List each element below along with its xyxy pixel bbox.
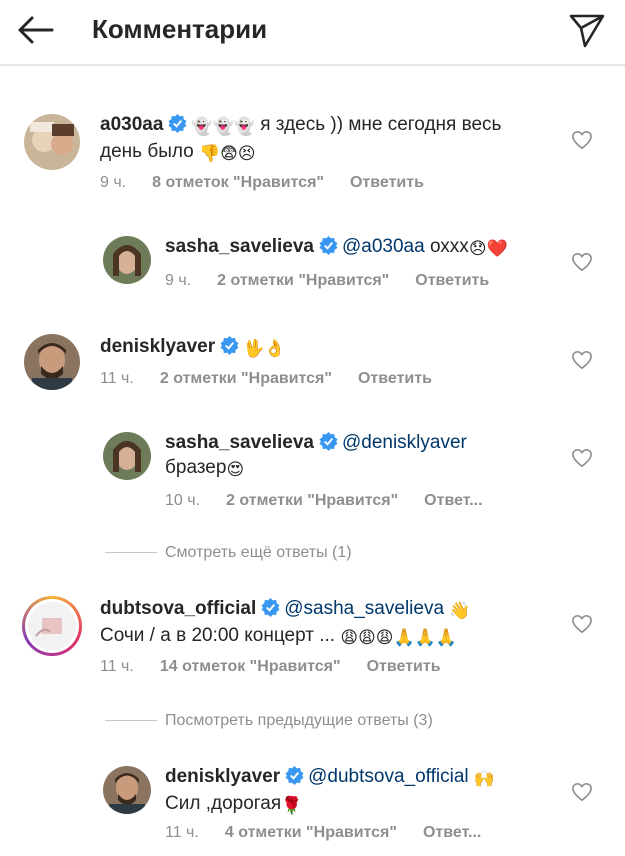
top-bar: Комментарии	[0, 0, 625, 60]
likes-count[interactable]: 4 отметки "Нравится"	[225, 824, 397, 841]
username[interactable]: denisklyaver	[100, 336, 215, 357]
comment-meta: 11 ч. 4 отметки "Нравится" Ответ...	[165, 824, 507, 842]
verified-badge-icon	[220, 336, 239, 355]
comment-body: a030aa 👻👻👻 я здесь )) мне сегодня весь де…	[100, 112, 540, 166]
emoji: 😞❤️	[468, 239, 508, 258]
emoji: 🌹	[281, 796, 303, 815]
reply-button[interactable]: Ответить	[367, 658, 441, 675]
heart-icon[interactable]	[571, 252, 593, 272]
heart-icon[interactable]	[571, 782, 593, 802]
mention-link[interactable]: @a030aa	[342, 236, 425, 257]
reply-button[interactable]: Ответить	[415, 272, 489, 289]
heart-icon[interactable]	[571, 130, 593, 150]
avatar[interactable]	[103, 766, 151, 814]
timestamp: 11 ч.	[100, 658, 134, 675]
avatar[interactable]	[103, 432, 151, 480]
comment-meta: 9 ч. 2 отметки "Нравится" Ответить	[165, 272, 515, 290]
comment-text: Сил ,дорогая	[165, 793, 282, 814]
avatar[interactable]	[24, 114, 80, 170]
heart-icon[interactable]	[571, 614, 593, 634]
divider-dash	[105, 552, 157, 554]
emoji: 👎😨😣	[199, 144, 256, 163]
header-divider	[0, 64, 625, 66]
view-more-label: Посмотреть предыдущие ответы (3)	[165, 712, 433, 729]
back-arrow-icon[interactable]	[16, 12, 56, 48]
mention-link[interactable]: @dubtsova_official	[308, 766, 468, 787]
username[interactable]: sasha_savelieva	[165, 236, 314, 257]
verified-badge-icon	[319, 236, 338, 255]
likes-count[interactable]: 2 отметки "Нравится"	[226, 492, 398, 509]
reply-button[interactable]: Ответить	[358, 370, 432, 387]
mention-link[interactable]: @denisklyaver	[342, 432, 467, 453]
likes-count[interactable]: 2 отметки "Нравится"	[160, 370, 332, 387]
comment-text: охxx	[429, 236, 469, 257]
view-more-label: Смотреть ещё ответы (1)	[165, 544, 352, 561]
comment-meta: 10 ч. 2 отметки "Нравится" Ответ...	[165, 492, 509, 510]
likes-count[interactable]: 8 отметок "Нравится"	[152, 174, 324, 191]
timestamp: 10 ч.	[165, 492, 201, 509]
emoji: 👻👻👻	[191, 117, 255, 136]
divider-dash	[105, 720, 157, 722]
timestamp: 11 ч.	[165, 824, 199, 841]
comment-body: denisklyaver @dubtsova_official 🙌 Сил ,до…	[165, 764, 565, 818]
timestamp: 9 ч.	[165, 272, 192, 289]
heart-icon[interactable]	[571, 448, 593, 468]
verified-badge-icon	[285, 766, 304, 785]
avatar[interactable]	[24, 334, 80, 390]
username[interactable]: dubtsova_official	[100, 598, 256, 619]
emoji: 👋	[449, 601, 471, 620]
comment-body: sasha_savelieva @denisklyaver бразер😍	[165, 430, 565, 482]
emoji: 😍	[226, 460, 245, 479]
reply-button[interactable]: Ответ...	[423, 824, 481, 841]
comment-meta: 11 ч. 2 отметки "Нравится" Ответить	[100, 370, 458, 388]
emoji: 🙌	[473, 769, 496, 788]
comment-meta: 9 ч. 8 отметок "Нравится" Ответить	[100, 174, 450, 192]
comment-text: бразер	[165, 457, 227, 478]
username[interactable]: a030aa	[100, 114, 163, 135]
likes-count[interactable]: 14 отметок "Нравится"	[160, 658, 341, 675]
timestamp: 11 ч.	[100, 370, 134, 387]
view-more-replies[interactable]: Смотреть ещё ответы (1)	[105, 544, 352, 562]
mention-link[interactable]: @sasha_savelieva	[284, 598, 444, 619]
username[interactable]: denisklyaver	[165, 766, 280, 787]
comment-body: denisklyaver 🖖👌	[100, 334, 540, 361]
direct-send-icon[interactable]	[567, 10, 607, 50]
username[interactable]: sasha_savelieva	[165, 432, 314, 453]
avatar[interactable]	[103, 236, 151, 284]
emoji: 🖖👌	[243, 339, 286, 358]
verified-badge-icon	[168, 114, 187, 133]
timestamp: 9 ч.	[100, 174, 127, 191]
avatar-story-ring[interactable]	[22, 596, 82, 656]
page-title: Комментарии	[92, 14, 268, 44]
comment-text: Сочи / а в 20:00 концерт ...	[100, 625, 336, 646]
comment-meta: 11 ч. 14 отметок "Нравится" Ответить	[100, 658, 467, 676]
verified-badge-icon	[319, 432, 338, 451]
comment-body: dubtsova_official @sasha_savelieva 👋 Сочи…	[100, 596, 540, 650]
likes-count[interactable]: 2 отметки "Нравится"	[217, 272, 389, 289]
heart-icon[interactable]	[571, 350, 593, 370]
emoji: 😩😩😩🙏🙏🙏	[340, 628, 458, 647]
reply-button[interactable]: Ответ...	[424, 492, 482, 509]
comment-body: sasha_savelieva @a030aa охxx😞❤️	[165, 234, 565, 261]
view-previous-replies[interactable]: Посмотреть предыдущие ответы (3)	[105, 712, 433, 730]
reply-button[interactable]: Ответить	[350, 174, 424, 191]
verified-badge-icon	[261, 598, 280, 617]
